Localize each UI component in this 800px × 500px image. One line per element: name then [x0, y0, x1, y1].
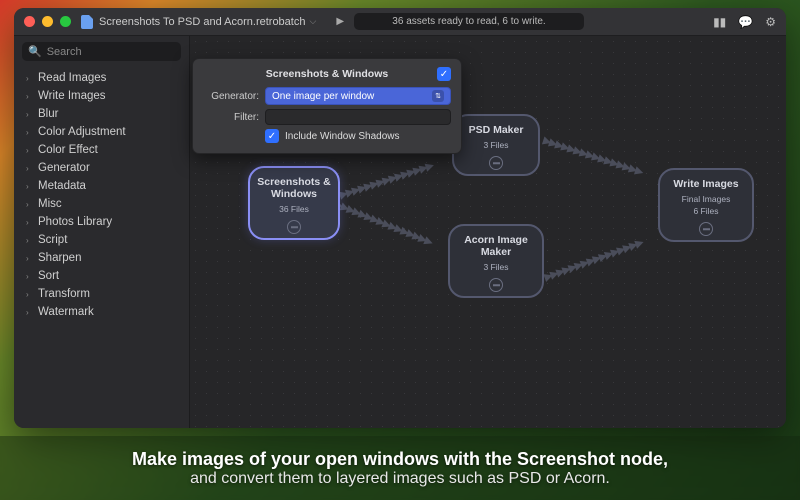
sidebar-item[interactable]: › Generator: [14, 159, 189, 177]
pipe: ▶▶▶▶▶▶▶▶▶▶▶▶▶▶▶▶: [331, 147, 468, 204]
document-title: Screenshots To PSD and Acorn.retrobatch: [99, 16, 305, 28]
titlebar: Screenshots To PSD and Acorn.retrobatch …: [14, 8, 786, 36]
inspector-enabled-checkbox[interactable]: ✓: [437, 67, 451, 81]
search-input[interactable]: [47, 46, 189, 58]
pipe: ▶▶▶▶▶▶▶▶▶▶▶▶▶▶▶▶: [542, 222, 678, 283]
chevron-right-icon: ›: [26, 254, 34, 263]
sidebar-item-label: Generator: [38, 162, 90, 174]
chevron-right-icon: ›: [26, 218, 34, 227]
caption-line-2: and convert them to layered images such …: [190, 470, 610, 488]
node-handle-icon[interactable]: [287, 220, 301, 234]
play-button[interactable]: ▶: [336, 16, 344, 27]
chevron-right-icon: ›: [26, 308, 34, 317]
sidebar-list: › Read Images › Write Images › Blur › Color Adj…: [14, 67, 189, 323]
node-acorn-image-maker[interactable]: Acorn Image Maker 3 Files: [448, 224, 544, 298]
node-title: PSD Maker: [469, 124, 524, 136]
status-bar: 36 assets ready to read, 6 to write.: [354, 13, 584, 30]
filter-input[interactable]: [265, 109, 451, 125]
chevron-right-icon: ›: [26, 272, 34, 281]
search-icon: 🔍: [28, 45, 42, 58]
sidebar-item[interactable]: › Blur: [14, 105, 189, 123]
sidebar-item-label: Photos Library: [38, 216, 112, 228]
sidebar-item-label: Misc: [38, 198, 62, 210]
node-handle-icon[interactable]: [489, 156, 503, 170]
sidebar-item-label: Blur: [38, 108, 58, 120]
node-count: 36 Files: [279, 204, 309, 214]
sidebar-item[interactable]: › Misc: [14, 195, 189, 213]
sidebar-item-label: Watermark: [38, 306, 94, 318]
library-icon[interactable]: ▮▮: [713, 15, 726, 29]
sidebar-item-label: Metadata: [38, 180, 86, 192]
chevron-right-icon: ›: [26, 128, 34, 137]
chevron-right-icon: ›: [26, 236, 34, 245]
chat-icon[interactable]: 💬: [738, 15, 753, 29]
chevron-right-icon: ›: [26, 182, 34, 191]
sidebar-item[interactable]: › Sort: [14, 267, 189, 285]
marketing-caption: Make images of your open windows with th…: [0, 436, 800, 500]
zoom-window-button[interactable]: [60, 16, 71, 27]
sidebar-item[interactable]: › Transform: [14, 285, 189, 303]
search-field[interactable]: 🔍: [22, 42, 181, 61]
sidebar-item-label: Transform: [38, 288, 90, 300]
document-icon: [81, 15, 93, 29]
node-title: Write Images: [673, 178, 738, 190]
node-handle-icon[interactable]: [489, 278, 503, 292]
caption-line-1: Make images of your open windows with th…: [132, 449, 668, 470]
include-shadows-checkbox[interactable]: ✓: [265, 129, 279, 143]
sidebar-item[interactable]: › Script: [14, 231, 189, 249]
sidebar-item-label: Sort: [38, 270, 59, 282]
node-subtitle: Final Images: [682, 194, 731, 204]
node-count: 6 Files: [693, 206, 718, 216]
minimize-window-button[interactable]: [42, 16, 53, 27]
node-count: 3 Files: [483, 262, 508, 272]
chevron-right-icon: ›: [26, 110, 34, 119]
sidebar-item-label: Read Images: [38, 72, 106, 84]
filter-label: Filter:: [203, 112, 259, 123]
sidebar: 🔍 › Read Images › Write Images › Blur › Color A…: [14, 36, 190, 428]
node-count: 3 Files: [483, 140, 508, 150]
generator-select[interactable]: One image per window ⇅: [265, 87, 451, 105]
sidebar-item-label: Script: [38, 234, 67, 246]
close-window-button[interactable]: [24, 16, 35, 27]
chevron-right-icon: ›: [26, 146, 34, 155]
node-psd-maker[interactable]: PSD Maker 3 Files: [452, 114, 540, 176]
chevron-right-icon: ›: [26, 290, 34, 299]
sidebar-item[interactable]: › Photos Library: [14, 213, 189, 231]
inspector-title: Screenshots & Windows: [217, 68, 437, 80]
sidebar-item[interactable]: › Color Effect: [14, 141, 189, 159]
node-title: Screenshots & Windows: [254, 176, 334, 200]
chevron-down-icon[interactable]: ⌵: [309, 16, 316, 27]
sidebar-item-label: Sharpen: [38, 252, 81, 264]
sidebar-item[interactable]: › Read Images: [14, 69, 189, 87]
node-handle-icon[interactable]: [699, 222, 713, 236]
chevron-updown-icon: ⇅: [432, 90, 444, 102]
node-inspector: Screenshots & Windows ✓ Generator: One i…: [192, 58, 462, 154]
sidebar-item-label: Color Adjustment: [38, 126, 126, 138]
include-shadows-label: Include Window Shadows: [285, 131, 400, 142]
chevron-right-icon: ›: [26, 164, 34, 173]
sidebar-item[interactable]: › Watermark: [14, 303, 189, 321]
node-title: Acorn Image Maker: [454, 234, 538, 258]
sidebar-item[interactable]: › Write Images: [14, 87, 189, 105]
sidebar-item[interactable]: › Color Adjustment: [14, 123, 189, 141]
chevron-right-icon: ›: [26, 200, 34, 209]
window-controls: [24, 16, 71, 27]
generator-label: Generator:: [203, 91, 259, 102]
sidebar-item-label: Color Effect: [38, 144, 98, 156]
sidebar-item[interactable]: › Metadata: [14, 177, 189, 195]
node-write-images[interactable]: Write Images Final Images 6 Files: [658, 168, 754, 242]
gear-icon[interactable]: ⚙: [765, 15, 776, 29]
node-screenshots-windows[interactable]: Screenshots & Windows 36 Files: [248, 166, 340, 240]
chevron-right-icon: ›: [26, 92, 34, 101]
sidebar-item[interactable]: › Sharpen: [14, 249, 189, 267]
generator-value: One image per window: [272, 91, 374, 102]
chevron-right-icon: ›: [26, 74, 34, 83]
sidebar-item-label: Write Images: [38, 90, 106, 102]
